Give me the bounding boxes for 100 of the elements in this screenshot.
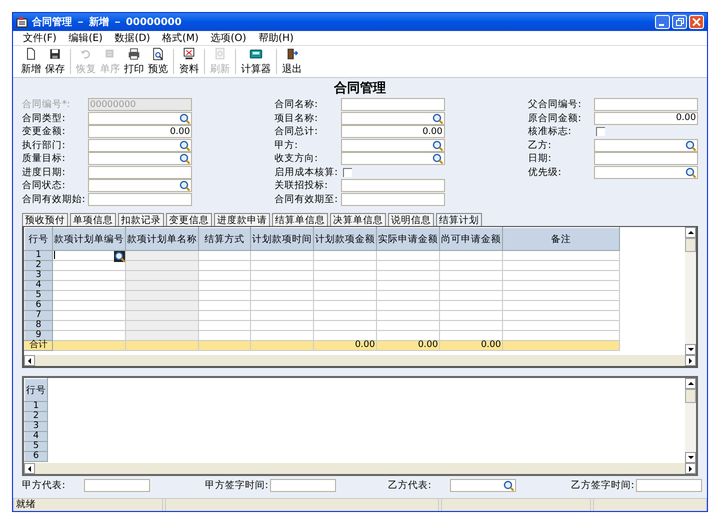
lookup-field[interactable]	[88, 138, 192, 152]
search-icon[interactable]	[114, 251, 125, 262]
vertical-scrollbar[interactable]	[685, 227, 696, 355]
table-cell[interactable]	[52, 260, 126, 271]
table-cell[interactable]	[376, 320, 440, 331]
table-cell[interactable]	[376, 290, 440, 301]
table-cell[interactable]	[250, 290, 314, 301]
table-cell[interactable]	[376, 260, 440, 271]
search-icon[interactable]	[432, 153, 442, 164]
input-field[interactable]	[340, 98, 444, 112]
menu-item[interactable]: 编辑(E)	[68, 31, 103, 45]
input-field[interactable]	[340, 179, 444, 192]
table-cell[interactable]	[314, 280, 376, 291]
scroll-up-icon[interactable]	[685, 378, 696, 389]
table-cell[interactable]	[250, 280, 314, 291]
toolbar-button[interactable]: 新增	[19, 46, 43, 77]
table-cell[interactable]	[314, 320, 376, 331]
restore-icon[interactable]	[672, 15, 687, 29]
table-cell[interactable]	[198, 300, 250, 311]
table-cell[interactable]	[502, 280, 620, 291]
table-cell[interactable]	[198, 290, 250, 301]
toolbar-button[interactable]: 计算器	[239, 46, 273, 77]
menu-item[interactable]: 文件(F)	[23, 31, 57, 45]
table-cell[interactable]	[52, 310, 126, 321]
input-field[interactable]: 0.00	[88, 125, 192, 138]
lookup-field[interactable]	[88, 179, 192, 192]
checkbox[interactable]	[596, 127, 605, 136]
table-cell[interactable]	[52, 250, 126, 261]
lookup-field[interactable]	[594, 166, 698, 179]
checkbox[interactable]	[342, 168, 352, 177]
horizontal-scrollbar[interactable]	[24, 463, 696, 474]
search-icon[interactable]	[179, 140, 190, 151]
table-cell[interactable]	[440, 310, 502, 321]
scroll-left-icon[interactable]	[24, 355, 35, 366]
toolbar-button[interactable]: 保存	[43, 46, 67, 77]
table-cell[interactable]	[250, 300, 314, 311]
table-cell[interactable]	[440, 270, 502, 281]
lookup-field[interactable]	[450, 478, 516, 492]
table-cell[interactable]	[250, 320, 314, 331]
table-cell[interactable]	[198, 310, 250, 321]
tab[interactable]: 决算单信息	[330, 213, 386, 226]
search-icon[interactable]	[179, 112, 190, 124]
search-icon[interactable]	[503, 480, 514, 490]
vertical-scrollbar[interactable]	[685, 378, 696, 463]
table-cell[interactable]	[52, 300, 126, 311]
tab[interactable]: 进度款申请	[214, 213, 270, 226]
table-cell[interactable]	[52, 270, 126, 281]
search-icon[interactable]	[179, 180, 190, 192]
scroll-thumb[interactable]	[685, 389, 696, 403]
toolbar-button[interactable]: 预览	[146, 46, 170, 77]
table-cell[interactable]	[376, 310, 440, 321]
scroll-up-icon[interactable]	[685, 227, 696, 238]
tab[interactable]: 预收预付	[22, 213, 68, 226]
table-cell[interactable]	[440, 320, 502, 331]
menu-item[interactable]: 数据(D)	[114, 31, 150, 45]
table-cell[interactable]	[314, 290, 376, 301]
table-cell[interactable]	[314, 300, 376, 311]
input-field[interactable]: 0.00	[340, 125, 444, 138]
input-field[interactable]: 0.00	[594, 112, 698, 125]
table-cell[interactable]	[502, 310, 620, 321]
lookup-field[interactable]	[340, 138, 444, 152]
table-cell[interactable]	[502, 250, 620, 261]
toolbar-button[interactable]: 退出	[280, 46, 304, 77]
tab[interactable]: 结算单信息	[272, 213, 328, 226]
scroll-thumb[interactable]	[685, 238, 696, 252]
search-icon[interactable]	[685, 140, 696, 151]
scroll-right-icon[interactable]	[685, 355, 696, 366]
table-cell[interactable]	[250, 260, 314, 271]
lookup-field[interactable]	[594, 138, 698, 152]
table-cell[interactable]	[440, 290, 502, 301]
input-field[interactable]	[270, 478, 336, 492]
search-icon[interactable]	[432, 112, 442, 124]
lookup-field[interactable]	[340, 112, 444, 125]
table-cell[interactable]	[250, 270, 314, 281]
tab[interactable]: 说明信息	[388, 213, 434, 226]
table-cell[interactable]	[314, 250, 376, 261]
input-field[interactable]	[594, 152, 698, 166]
table-cell[interactable]	[440, 280, 502, 291]
table-cell[interactable]	[198, 260, 250, 271]
menu-item[interactable]: 格式(M)	[162, 31, 199, 45]
table-cell[interactable]	[314, 270, 376, 281]
minimize-icon[interactable]	[655, 15, 670, 29]
table-cell[interactable]	[250, 310, 314, 321]
table-cell[interactable]	[376, 270, 440, 281]
input-field[interactable]	[636, 478, 702, 492]
lookup-field[interactable]	[88, 112, 192, 125]
lookup-field[interactable]	[340, 152, 444, 166]
table-cell[interactable]	[198, 250, 250, 261]
table-cell[interactable]	[314, 310, 376, 321]
table-cell[interactable]	[502, 270, 620, 281]
scroll-right-icon[interactable]	[685, 463, 696, 474]
lookup-field[interactable]	[88, 152, 192, 166]
table-cell[interactable]	[376, 300, 440, 311]
table-cell[interactable]	[502, 300, 620, 311]
table-cell[interactable]	[376, 280, 440, 291]
menu-item[interactable]: 帮助(H)	[258, 31, 294, 45]
table-cell[interactable]	[250, 250, 314, 261]
table-cell[interactable]	[440, 260, 502, 271]
table-cell[interactable]	[198, 320, 250, 331]
search-icon[interactable]	[432, 140, 442, 151]
